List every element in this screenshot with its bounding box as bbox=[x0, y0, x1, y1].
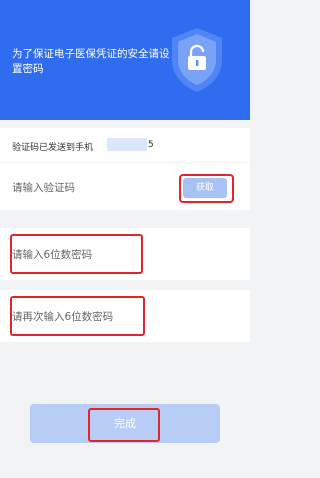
verification-code-row: 请输入验证码 获取 bbox=[0, 163, 250, 210]
highlight-done bbox=[88, 408, 160, 442]
confirm-password-row: 请再次输入6位数密码 bbox=[0, 290, 250, 342]
code-sent-label: 验证码已发送到手机 bbox=[12, 143, 94, 153]
verification-code-input[interactable]: 请输入验证码 bbox=[12, 180, 75, 195]
phone-tail-digit: 5 bbox=[148, 140, 154, 150]
page-title: 为了保证电子医保凭证的安全请设置密码 bbox=[12, 48, 170, 75]
masked-phone-number bbox=[107, 138, 147, 151]
code-sent-row: 验证码已发送到手机 5 bbox=[0, 128, 250, 162]
highlight-confirm-password bbox=[10, 296, 145, 336]
highlight-password bbox=[10, 234, 143, 274]
password-row: 请输入6位数密码 bbox=[0, 228, 250, 280]
security-header: 为了保证电子医保凭证的安全请设置密码 bbox=[0, 0, 250, 120]
shield-lock-icon bbox=[168, 26, 226, 94]
highlight-get-code bbox=[179, 174, 234, 203]
